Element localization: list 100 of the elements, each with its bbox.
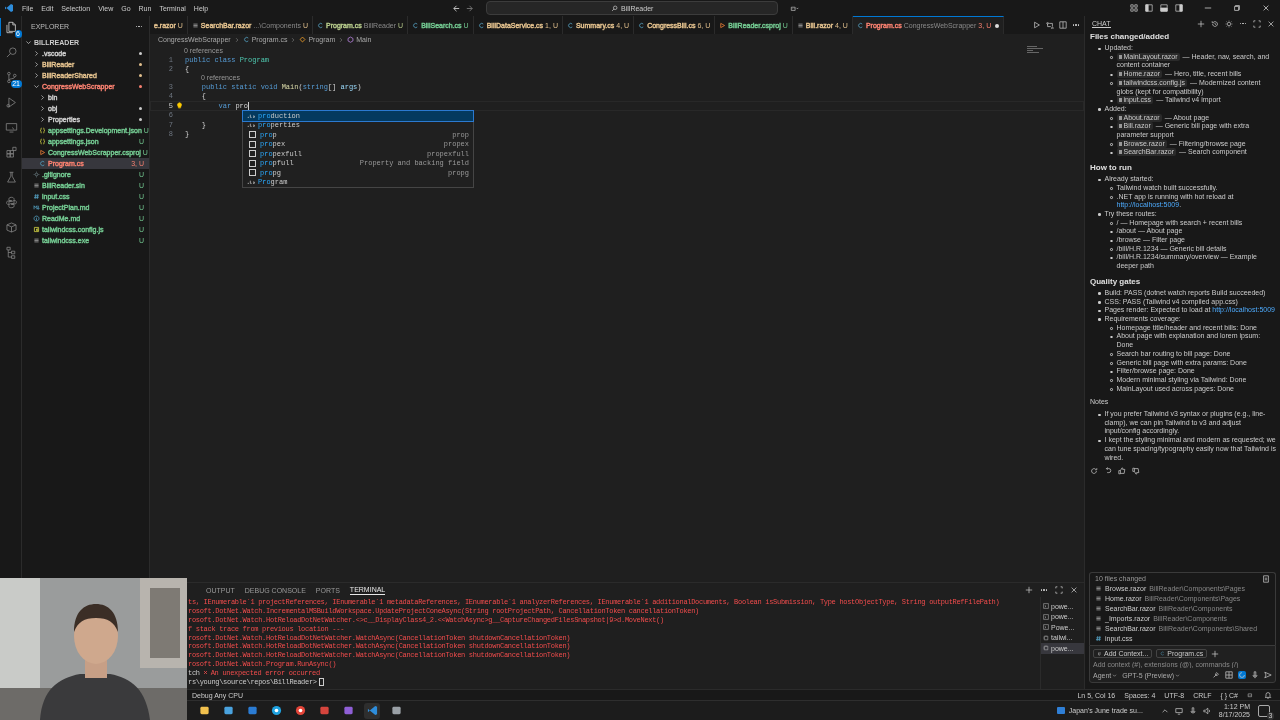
minimap[interactable]: [1026, 45, 1044, 54]
error-icon: [202, 670, 208, 676]
info-icon: [33, 215, 40, 222]
lines-icon: [1095, 604, 1102, 612]
auto-approve-icon[interactable]: [1238, 671, 1246, 679]
flask-icon: [4, 170, 18, 184]
bullet-icon: [1110, 239, 1113, 243]
bullet-icon: [1110, 99, 1113, 103]
play-icon: [4, 95, 18, 109]
bullet-icon: [1110, 230, 1113, 234]
unsaved-dot[interactable]: [995, 23, 1000, 28]
retry-icon[interactable]: [1090, 467, 1098, 476]
close-icon[interactable]: [1262, 4, 1270, 12]
speaker-icon[interactable]: [1202, 706, 1211, 715]
chat-heading: How to run: [1090, 162, 1133, 174]
editor-icon: [366, 705, 378, 716]
bullet-icon: [1098, 439, 1101, 443]
chat-heading: Quality gates: [1090, 275, 1142, 287]
bullet-icon: [1110, 73, 1113, 77]
markdown-icon: [33, 204, 40, 211]
files-icon: [4, 20, 18, 34]
terminal-icon: [1043, 613, 1049, 620]
send-icon[interactable]: [1264, 671, 1272, 679]
thumbs-up-icon[interactable]: [1118, 467, 1126, 476]
braces-icon: [39, 127, 46, 134]
close-icon[interactable]: [1267, 19, 1275, 28]
settings-icon[interactable]: [1224, 19, 1233, 28]
back-arrow-icon[interactable]: [452, 3, 462, 13]
split-editor-icon[interactable]: [1058, 21, 1067, 29]
lines-icon: [796, 21, 804, 29]
bullet-icon: [1098, 301, 1101, 304]
bullet-icon: [1098, 108, 1101, 111]
compare-icon[interactable]: [1045, 21, 1054, 29]
plus-icon[interactable]: [1211, 649, 1220, 658]
microphone-icon[interactable]: [1188, 706, 1197, 715]
history-icon[interactable]: [1210, 19, 1219, 28]
caret-icon: [1175, 672, 1181, 678]
plus-icon[interactable]: [1024, 586, 1033, 594]
bell-icon[interactable]: [1264, 691, 1272, 699]
folder-icon: [198, 705, 210, 716]
bullet-icon: [1098, 213, 1101, 216]
lines-icon: [1095, 614, 1102, 622]
text-icon: [247, 179, 255, 186]
bullet-icon: [1098, 178, 1101, 182]
minimize-icon[interactable]: [1204, 4, 1212, 12]
bullet-icon: [1110, 151, 1113, 155]
task-icon: [1043, 634, 1049, 641]
lines-icon: [1095, 594, 1102, 602]
run-icon[interactable]: [1032, 21, 1041, 29]
microphone-icon[interactable]: [1251, 671, 1259, 679]
search-icon: [4, 45, 18, 59]
round-browser-icon: [294, 705, 306, 716]
branch-icon: [4, 70, 18, 84]
grid-icon[interactable]: [1225, 671, 1233, 679]
tools-icon[interactable]: [1212, 671, 1220, 679]
document-icon[interactable]: [1262, 575, 1270, 583]
braces-icon: [39, 138, 46, 145]
monitor-icon: [4, 120, 18, 134]
hash-icon: [33, 193, 40, 200]
maximize-icon[interactable]: [1253, 19, 1261, 28]
app-icon: [342, 705, 354, 716]
lines-icon: [191, 21, 199, 29]
layout-icon[interactable]: [1130, 4, 1138, 12]
plus-icon[interactable]: [1196, 19, 1205, 28]
calendar-icon: [222, 705, 234, 716]
bullet-icon: [1110, 335, 1113, 339]
bullet-icon: [1098, 318, 1101, 321]
lines-icon: [33, 182, 40, 189]
chevron-icon: [233, 36, 240, 43]
task-icon: [1043, 645, 1049, 652]
hierarchy-icon: [4, 245, 18, 259]
bullet-icon: [1110, 256, 1113, 260]
chevron-up-icon[interactable]: [1160, 706, 1169, 715]
monitor-icon[interactable]: [1174, 706, 1183, 715]
cursor: [318, 677, 324, 686]
restore-icon[interactable]: [1233, 4, 1241, 12]
chevron-icon: [338, 36, 345, 43]
panel-toggle-icon[interactable]: [1160, 4, 1168, 12]
undo-icon[interactable]: [1104, 467, 1112, 476]
cube-icon: [347, 36, 355, 43]
bullet-icon: [1110, 125, 1113, 129]
bullet-icon: [1098, 292, 1101, 295]
app-icon: [318, 705, 330, 716]
editor-logo-icon: [4, 3, 14, 13]
close-icon[interactable]: [1070, 586, 1078, 594]
terminal-icon: [1043, 624, 1049, 631]
script-icon: [33, 226, 40, 233]
maximize-icon[interactable]: [1055, 586, 1063, 594]
twin-snake-icon: [4, 195, 18, 209]
paperclip-icon: [1097, 651, 1102, 656]
search-icon: [611, 4, 619, 12]
sidebar-toggle-icon[interactable]: [1175, 4, 1183, 12]
lightbulb-icon[interactable]: [175, 102, 183, 110]
extensions-icon: [4, 145, 18, 159]
forward-arrow-icon[interactable]: [465, 3, 475, 13]
thumbs-down-icon[interactable]: [1132, 467, 1140, 476]
lines-icon: [1095, 624, 1102, 632]
triangle-icon: [719, 21, 727, 29]
bullet-icon: [1098, 309, 1101, 313]
sidebar-toggle-icon[interactable]: [1145, 4, 1153, 12]
